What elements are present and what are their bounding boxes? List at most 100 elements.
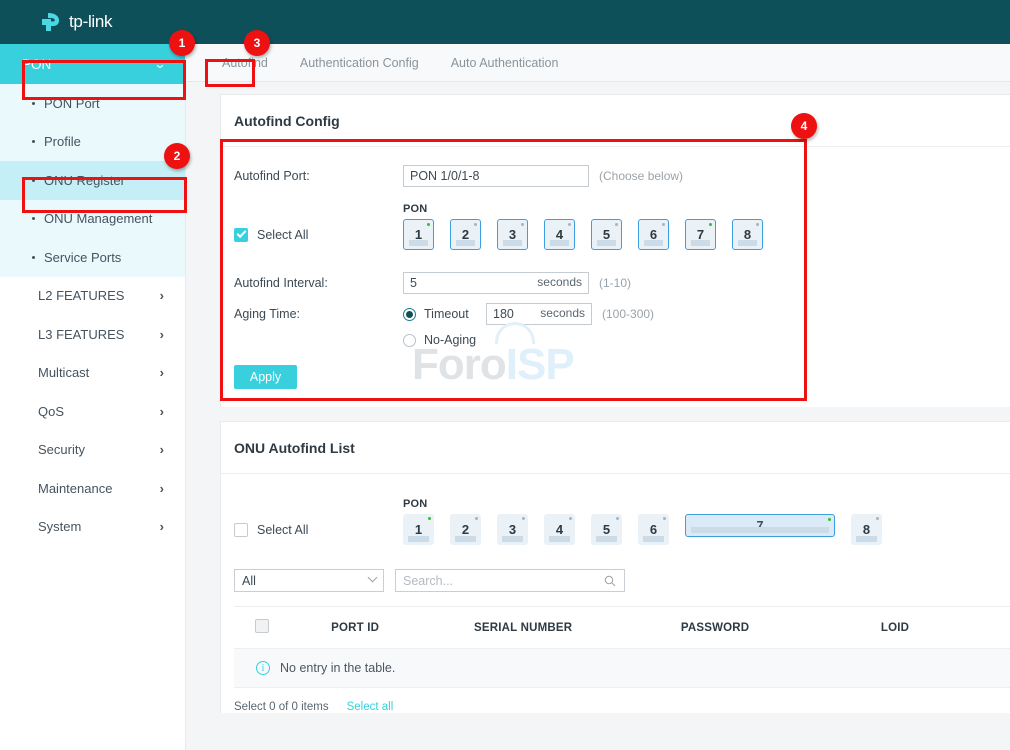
- brand-logo[interactable]: tp-link: [38, 10, 112, 34]
- port-number: 3: [509, 522, 516, 537]
- sidebar-item-multicast[interactable]: Multicast ›: [0, 354, 185, 393]
- sidebar-item-label: PON Port: [44, 96, 100, 111]
- sidebar-item-label: System: [38, 519, 81, 534]
- apply-row: Apply: [234, 365, 1010, 407]
- sidebar-item-l2-features[interactable]: L2 FEATURES ›: [0, 277, 185, 316]
- sidebar-item-pon-port[interactable]: PON Port: [0, 84, 185, 123]
- sidebar-item-maintenance[interactable]: Maintenance ›: [0, 469, 185, 508]
- aging-timeout-field: 180 seconds: [486, 303, 592, 325]
- config-select-all-label: Select All: [257, 228, 308, 242]
- top-bar: tp-link: [0, 0, 1010, 44]
- chevron-down-icon: [368, 573, 378, 583]
- sidebar-item-system[interactable]: System ›: [0, 508, 185, 547]
- tab-auto-authentication[interactable]: Auto Authentication: [435, 56, 575, 81]
- port-number: 1: [415, 522, 422, 537]
- port-number: 3: [509, 227, 516, 242]
- port-number: 7: [697, 227, 704, 242]
- list-pon-port-6[interactable]: 6: [638, 514, 669, 545]
- pon-group-label: PON: [403, 203, 427, 215]
- config-pon-port-6[interactable]: 6: [638, 219, 669, 250]
- config-pon-port-2[interactable]: 2: [450, 219, 481, 250]
- sidebar-item-onu-management[interactable]: ONU Management: [0, 200, 185, 239]
- list-pon-port-2[interactable]: 2: [450, 514, 481, 545]
- sidebar-group-pon[interactable]: PON ⌄: [0, 44, 185, 84]
- annotation-badge-1: 1: [169, 30, 195, 56]
- autofind-interval-row: Autofind Interval: 5 seconds (1-10): [234, 272, 1010, 294]
- search-icon[interactable]: [604, 574, 616, 592]
- aging-timeout-hint: (100-300): [602, 307, 654, 321]
- sidebar-item-l3-features[interactable]: L3 FEATURES ›: [0, 315, 185, 354]
- sidebar-group-label: PON: [22, 57, 51, 72]
- selection-count: Select 0 of 0 items: [234, 701, 329, 713]
- table-footer: Select 0 of 0 items Select all: [234, 688, 1010, 713]
- table-col-loid[interactable]: LOID: [805, 607, 985, 649]
- sidebar-item-qos[interactable]: QoS ›: [0, 392, 185, 431]
- port-status-led-icon: [522, 517, 525, 520]
- page-root: tp-link PON ⌄ PON Port Profile ONU Regis…: [0, 0, 1010, 750]
- sidebar-item-service-ports[interactable]: Service Ports: [0, 238, 185, 277]
- list-pon-port-4[interactable]: 4: [544, 514, 575, 545]
- table-col-serial-number[interactable]: SERIAL NUMBER: [421, 607, 625, 649]
- apply-button[interactable]: Apply: [234, 365, 297, 389]
- select-all-link[interactable]: Select all: [347, 701, 394, 713]
- tab-authentication-config[interactable]: Authentication Config: [284, 56, 435, 81]
- sidebar-item-security[interactable]: Security ›: [0, 431, 185, 470]
- list-filter-row: All Search...: [234, 569, 1010, 592]
- sidebar: PON ⌄ PON Port Profile ONU Register ONU …: [0, 44, 186, 750]
- list-filter-select[interactable]: All: [234, 569, 384, 592]
- aging-time-label: Aging Time:: [234, 307, 403, 321]
- pon-heading-row: PON: [234, 203, 1010, 215]
- list-pon-port-3[interactable]: 3: [497, 514, 528, 545]
- config-select-all-wrap: Select All: [234, 228, 403, 242]
- config-pon-port-4[interactable]: 4: [544, 219, 575, 250]
- list-search-input[interactable]: Search...: [403, 574, 453, 588]
- port-status-led-icon: [876, 517, 879, 520]
- port-number: 1: [415, 227, 422, 242]
- main-content: Autofind Authentication Config Auto Auth…: [186, 44, 1010, 750]
- config-pon-port-1[interactable]: 1: [403, 219, 434, 250]
- config-pon-port-5[interactable]: 5: [591, 219, 622, 250]
- autofind-config-body: Autofind Port: PON 1/0/1-8 (Choose below…: [221, 147, 1010, 407]
- list-pon-port-1[interactable]: 1: [403, 514, 434, 545]
- table-select-all-checkbox[interactable]: [255, 619, 269, 633]
- port-status-led-icon: [427, 223, 430, 226]
- autofind-port-input[interactable]: PON 1/0/1-8: [403, 165, 589, 187]
- tplink-logo-icon: [38, 10, 64, 34]
- sidebar-item-label: Security: [38, 442, 85, 457]
- autofind-interval-field: 5 seconds: [403, 272, 589, 294]
- onu-autofind-list-card: ONU Autofind List PON Select All 1: [220, 421, 1010, 713]
- no-aging-radio[interactable]: [403, 334, 416, 347]
- list-pon-port-8[interactable]: 8: [851, 514, 882, 545]
- aging-timeout-radio[interactable]: [403, 308, 416, 321]
- table-col-port-id[interactable]: PORT ID: [289, 607, 421, 649]
- sidebar-item-label: L2 FEATURES: [38, 288, 124, 303]
- list-pon-port-5[interactable]: 5: [591, 514, 622, 545]
- config-pon-port-8[interactable]: 8: [732, 219, 763, 250]
- onu-autofind-table: PORT ID SERIAL NUMBER PASSWORD LOID LOID…: [234, 606, 1010, 688]
- list-search-box[interactable]: Search...: [395, 569, 625, 592]
- sidebar-item-profile[interactable]: Profile: [0, 123, 185, 162]
- chevron-right-icon: ›: [160, 404, 164, 419]
- sidebar-item-label: ONU Register: [44, 173, 125, 188]
- info-icon: i: [256, 661, 270, 675]
- aging-timeout-label: Timeout: [424, 307, 486, 321]
- aging-time-row: Aging Time: Timeout 180 seconds (100-300…: [234, 303, 1010, 325]
- config-pon-port-7[interactable]: 7: [685, 219, 716, 250]
- port-status-led-icon: [615, 223, 618, 226]
- chevron-right-icon: ›: [160, 481, 164, 496]
- port-status-led-icon: [568, 223, 571, 226]
- config-pon-port-3[interactable]: 3: [497, 219, 528, 250]
- list-select-all-checkbox[interactable]: [234, 523, 248, 537]
- port-status-led-icon: [663, 517, 666, 520]
- config-select-all-checkbox[interactable]: [234, 228, 248, 242]
- port-status-led-icon: [756, 223, 759, 226]
- chevron-right-icon: ›: [160, 442, 164, 457]
- table-col-password[interactable]: PASSWORD: [625, 607, 805, 649]
- table-col-loid-password[interactable]: LOID PASSWORD: [985, 607, 1010, 649]
- list-select-all-label: Select All: [257, 523, 308, 537]
- autofind-interval-unit: seconds: [537, 275, 582, 289]
- tab-autofind[interactable]: Autofind: [206, 56, 284, 81]
- list-pon-heading-row: PON: [234, 498, 1010, 510]
- list-pon-port-7[interactable]: 7: [685, 514, 835, 537]
- sidebar-item-onu-register[interactable]: ONU Register: [0, 161, 185, 200]
